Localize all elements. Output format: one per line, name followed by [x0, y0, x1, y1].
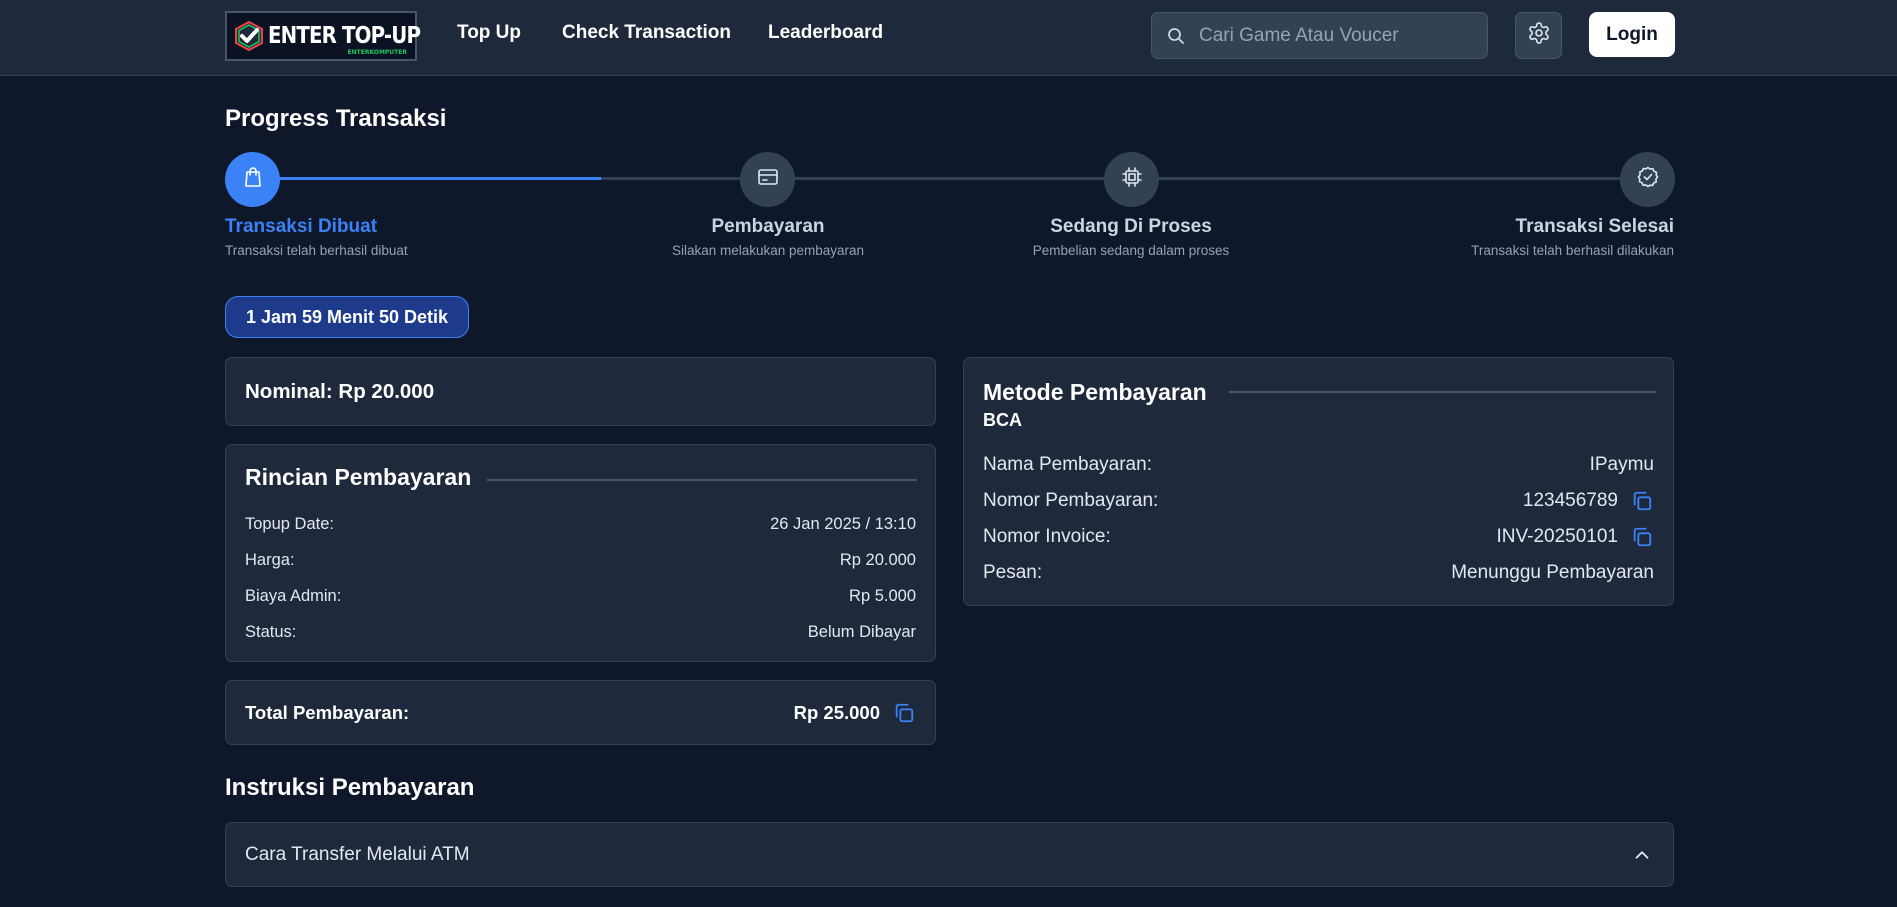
payment-details-card: Rincian Pembayaran Topup Date: 26 Jan 20… — [225, 444, 936, 662]
accordion-label: Cara Transfer Melalui ATM — [245, 844, 470, 865]
copy-payment-number-icon[interactable] — [1631, 490, 1653, 512]
topup-date-label: Topup Date: — [245, 515, 334, 533]
status-label: Status: — [245, 623, 297, 641]
invoice-number-label: Nomor Invoice: — [983, 526, 1111, 547]
nominal-card: Nominal: Rp 20.000 — [225, 357, 936, 426]
payment-name-value: IPaymu — [1589, 454, 1654, 475]
shopping-bag-icon — [241, 165, 265, 194]
login-button[interactable]: Login — [1589, 12, 1675, 57]
nav-top-up[interactable]: Top Up — [457, 22, 521, 44]
payment-number-value: 123456789 — [1522, 490, 1618, 511]
payment-details-divider — [487, 479, 917, 481]
status-value: Belum Dibayar — [807, 623, 916, 641]
search-input[interactable] — [1199, 24, 1487, 47]
step-3-title: Sedang Di Proses — [1050, 216, 1212, 237]
step-4-title: Transaksi Selesai — [1515, 216, 1674, 237]
cpu-icon — [1120, 165, 1144, 194]
step-1-desc: Transaksi telah berhasil dibuat — [225, 243, 408, 258]
logo-subtext: ENTERKOMPUTER — [347, 49, 407, 56]
progress-title: Progress Transaksi — [225, 105, 447, 132]
step-2-circle — [740, 152, 795, 207]
total-payment-value: Rp 25.000 — [793, 702, 880, 723]
payment-method-title: Metode Pembayaran — [983, 379, 1207, 405]
top-navbar: ENTER TOP-UP ENTERKOMPUTER Top Up Check … — [0, 0, 1897, 76]
total-payment-card: Total Pembayaran: Rp 25.000 — [225, 680, 936, 745]
credit-card-icon — [756, 165, 780, 194]
step-4-desc: Transaksi telah berhasil dilakukan — [1471, 243, 1674, 258]
copy-invoice-icon[interactable] — [1631, 526, 1653, 548]
nominal-text: Nominal: Rp 20.000 — [245, 380, 435, 403]
check-circle-icon — [1636, 165, 1660, 194]
price-value: Rp 20.000 — [839, 551, 916, 569]
step-4-circle — [1620, 152, 1675, 207]
step-1-title: Transaksi Dibuat — [225, 216, 378, 237]
atm-transfer-accordion[interactable]: Cara Transfer Melalui ATM — [225, 822, 1674, 887]
instructions-title: Instruksi Pembayaran — [225, 774, 475, 801]
payment-name-label: Nama Pembayaran: — [983, 454, 1152, 475]
nav-check-transaction[interactable]: Check Transaction — [562, 22, 731, 44]
payment-method-card: Metode Pembayaran BCA Nama Pembayaran: I… — [963, 357, 1674, 606]
price-label: Harga: — [245, 551, 295, 569]
step-3-circle — [1104, 152, 1159, 207]
step-2-title: Pembayaran — [711, 216, 825, 237]
invoice-number-value: INV-20250101 — [1496, 526, 1619, 547]
topup-date-value: 26 Jan 2025 / 13:10 — [770, 515, 916, 533]
copy-total-icon[interactable] — [893, 702, 915, 724]
site-logo[interactable]: ENTER TOP-UP ENTERKOMPUTER — [225, 11, 421, 61]
chevron-up-icon — [1631, 844, 1653, 871]
search-icon — [1167, 27, 1185, 45]
step-3-desc: Pembelian sedang dalam proses — [1032, 243, 1230, 258]
gear-icon — [1527, 21, 1551, 50]
settings-button[interactable] — [1515, 12, 1562, 59]
total-payment-label: Total Pembayaran: — [245, 702, 410, 723]
step-1-circle — [225, 152, 280, 207]
payment-bank: BCA — [983, 410, 1022, 430]
payment-method-divider — [1229, 391, 1656, 393]
logo-check-icon — [233, 19, 265, 53]
nav-leaderboard[interactable]: Leaderboard — [768, 22, 883, 44]
message-value: Menunggu Pembayaran — [1451, 562, 1654, 583]
step-2-desc: Silakan melakukan pembayaran — [671, 243, 865, 258]
countdown-timer: 1 Jam 59 Menit 50 Detik — [225, 296, 469, 338]
logo-text: ENTER TOP-UP — [268, 22, 421, 49]
payment-details-title: Rincian Pembayaran — [245, 464, 472, 490]
payment-number-label: Nomor Pembayaran: — [983, 490, 1159, 511]
search-box — [1151, 12, 1488, 59]
progress-fill — [252, 177, 601, 180]
admin-fee-value: Rp 5.000 — [849, 587, 916, 605]
message-label: Pesan: — [983, 562, 1043, 583]
admin-fee-label: Biaya Admin: — [245, 587, 342, 605]
